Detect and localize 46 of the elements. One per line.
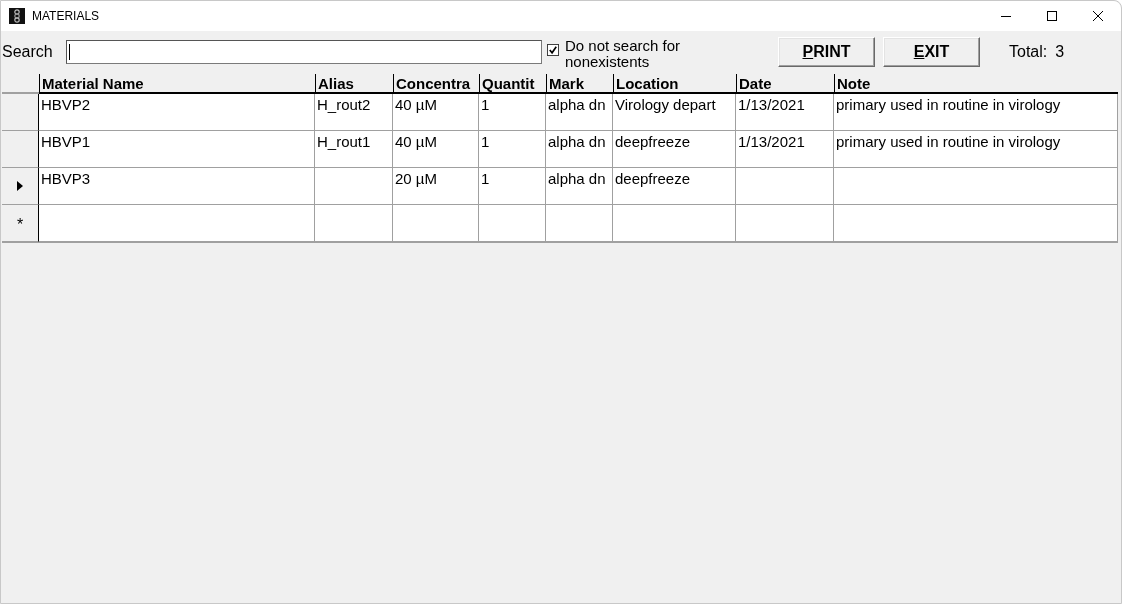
table-cell: alpha dn xyxy=(546,94,613,131)
table-cell: Virology depart xyxy=(613,94,736,131)
table-cell: H_rout2 xyxy=(315,94,393,131)
column-header[interactable]: Concentra xyxy=(393,74,479,94)
row-selector[interactable] xyxy=(2,94,39,131)
table-cell: 40 µM xyxy=(393,94,479,131)
new-row-selector[interactable]: * xyxy=(2,205,39,242)
table-cell: primary used in routine in virology xyxy=(834,94,1118,131)
column-header[interactable]: Location xyxy=(613,74,736,94)
table-cell: 1 xyxy=(479,94,546,131)
table-cell: 1/13/2021 xyxy=(736,94,834,131)
column-header[interactable]: Material Name xyxy=(39,74,315,94)
column-header[interactable]: Date xyxy=(736,74,834,94)
action-button[interactable]: EXIT xyxy=(883,37,980,67)
table-cell: 1 xyxy=(479,168,546,205)
checkbox[interactable] xyxy=(547,44,559,56)
total-label: Total: xyxy=(1009,43,1048,61)
checkbox-label: Do not search for nonexistents xyxy=(565,38,682,70)
table-cell: 40 µM xyxy=(393,131,479,168)
table-cell: alpha dn xyxy=(546,131,613,168)
table-cell: H_rout1 xyxy=(315,131,393,168)
table-cell: 1/13/2021 xyxy=(736,131,834,168)
table-cell: HBVP1 xyxy=(39,131,315,168)
action-button[interactable]: PRINT xyxy=(778,37,875,67)
search-label: Search xyxy=(2,43,54,61)
window-title: MATERIALS xyxy=(32,9,100,23)
column-header[interactable]: Alias xyxy=(315,74,393,94)
total-count: 3 xyxy=(1055,43,1065,61)
search-field[interactable] xyxy=(66,40,542,64)
maximize-icon xyxy=(1047,11,1057,21)
minimize-icon xyxy=(1001,15,1011,17)
row-selector[interactable] xyxy=(2,168,39,205)
close-icon xyxy=(1093,11,1103,21)
table-cell: deepfreeze xyxy=(613,168,736,205)
table-cell: HBVP3 xyxy=(39,168,315,205)
table-cell: alpha dn xyxy=(546,168,613,205)
table-cell: 20 µM xyxy=(393,168,479,205)
table-cell: primary used in routine in virology xyxy=(834,131,1118,168)
table-cell: 1 xyxy=(479,131,546,168)
app-icon xyxy=(9,8,25,24)
table-cell: HBVP2 xyxy=(39,94,315,131)
table-cell: deepfreeze xyxy=(613,131,736,168)
row-selector[interactable] xyxy=(2,131,39,168)
column-header[interactable]: Note xyxy=(834,74,1118,94)
column-header[interactable]: Quantit xyxy=(479,74,546,94)
column-header[interactable]: Mark xyxy=(546,74,613,94)
